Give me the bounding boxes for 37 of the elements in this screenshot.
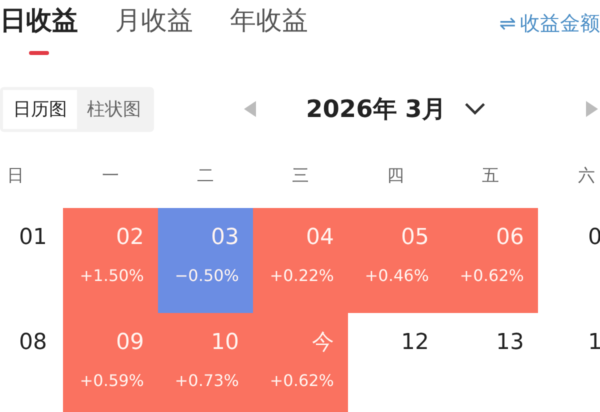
weekday-label: 日 (6, 165, 25, 188)
day-number: 今 (312, 329, 334, 357)
daily-return: +0.62% (458, 265, 524, 287)
daily-return: +0.62% (268, 370, 334, 392)
previous-month-icon[interactable] (244, 101, 256, 117)
tab[interactable]: 日收益 (0, 0, 78, 68)
day-number: 05 (401, 224, 429, 252)
day-number[interactable]: 1 (588, 327, 600, 359)
day-number: 10 (211, 329, 239, 357)
daily-return: −0.50% (174, 265, 239, 287)
tab[interactable]: 月收益 (115, 0, 193, 68)
weekday-label: 三 (291, 165, 310, 188)
dropdown-icon[interactable] (464, 102, 486, 116)
day-number: 09 (116, 329, 144, 357)
daily-return: +0.46% (364, 265, 429, 287)
month-label: 2026年 3月 (306, 94, 446, 125)
weekday-label: 二 (196, 165, 215, 188)
daily-return: +1.50% (78, 265, 144, 287)
view-tab[interactable]: 柱状图 (77, 90, 151, 128)
day-number[interactable]: 08 (19, 327, 47, 359)
day-number[interactable]: 13 (496, 327, 524, 359)
day-number: 03 (211, 224, 239, 252)
tab[interactable]: 年收益 (230, 0, 308, 68)
weekday-label: 五 (481, 165, 500, 188)
day-number: 02 (116, 224, 144, 252)
weekday-label: 一 (101, 165, 120, 188)
day-number[interactable]: 12 (401, 327, 429, 359)
day-number: 06 (496, 224, 524, 252)
weekday-label: 六 (577, 165, 596, 188)
view-tab[interactable]: 日历图 (3, 90, 77, 128)
daily-return: +0.73% (174, 370, 239, 392)
next-month-icon[interactable] (586, 101, 598, 117)
weekday-label: 四 (386, 165, 405, 188)
daily-return: +0.22% (268, 265, 334, 287)
day-number[interactable]: 01 (19, 222, 47, 254)
day-number: 04 (306, 224, 334, 252)
daily-return: +0.59% (78, 370, 144, 392)
